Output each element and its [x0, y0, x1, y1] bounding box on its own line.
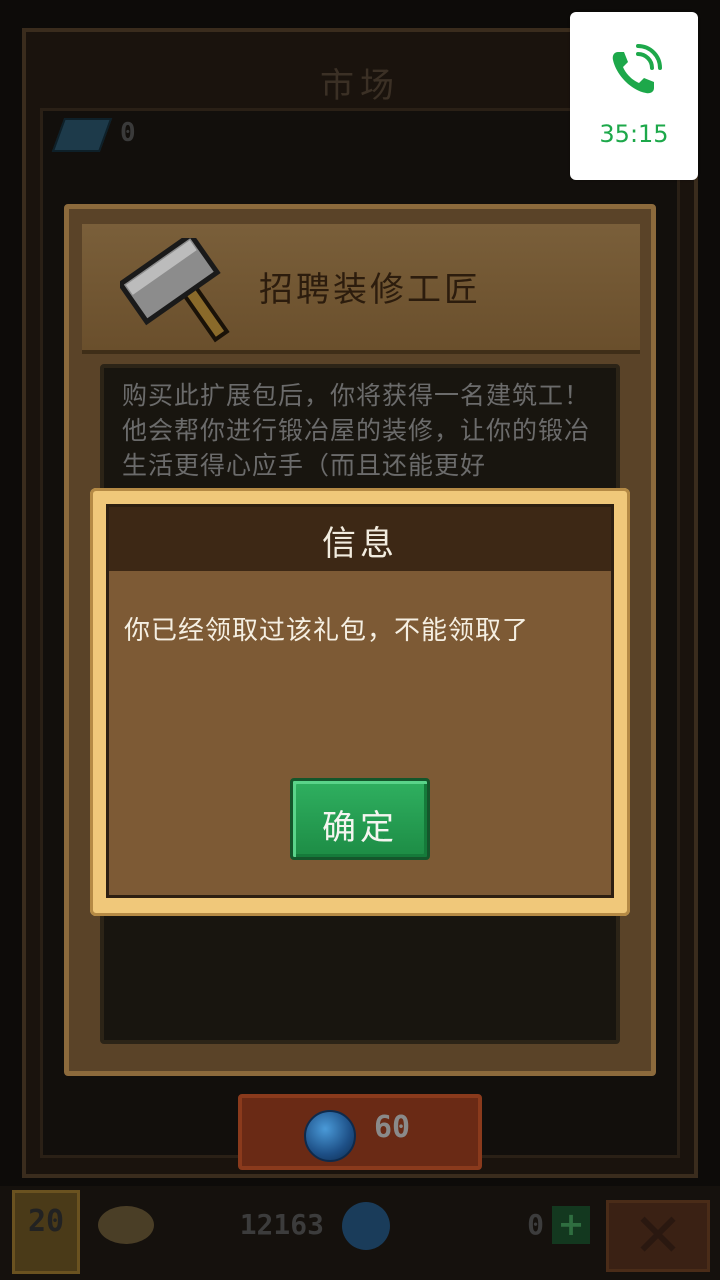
gem-icon	[342, 1202, 390, 1250]
buy-price: 60	[374, 1110, 411, 1145]
info-dialog-title: 信息	[322, 524, 398, 564]
phone-icon	[612, 44, 662, 94]
player-level: 20	[27, 1204, 65, 1239]
item-description: 购买此扩展包后，你将获得一名建筑工！他会帮你进行锻冶屋的装修，让你的锻冶生活更得…	[122, 381, 591, 480]
add-gems-button[interactable]: +	[552, 1206, 590, 1244]
close-button[interactable]: ✕	[606, 1200, 710, 1272]
market-gem-count: 0	[120, 118, 136, 148]
info-dialog-message: 你已经领取过该礼包，不能领取了	[124, 616, 530, 646]
gem-icon	[304, 1110, 356, 1162]
gold-amount: 12163	[239, 1208, 324, 1241]
gold-coin-icon	[98, 1206, 154, 1244]
item-title: 招聘装修工匠	[259, 270, 481, 310]
confirm-button-label[interactable]: 确定	[290, 800, 430, 849]
gem-amount: 0	[527, 1208, 544, 1241]
buy-button[interactable]	[238, 1094, 482, 1170]
call-duration: 35:15	[599, 120, 669, 148]
